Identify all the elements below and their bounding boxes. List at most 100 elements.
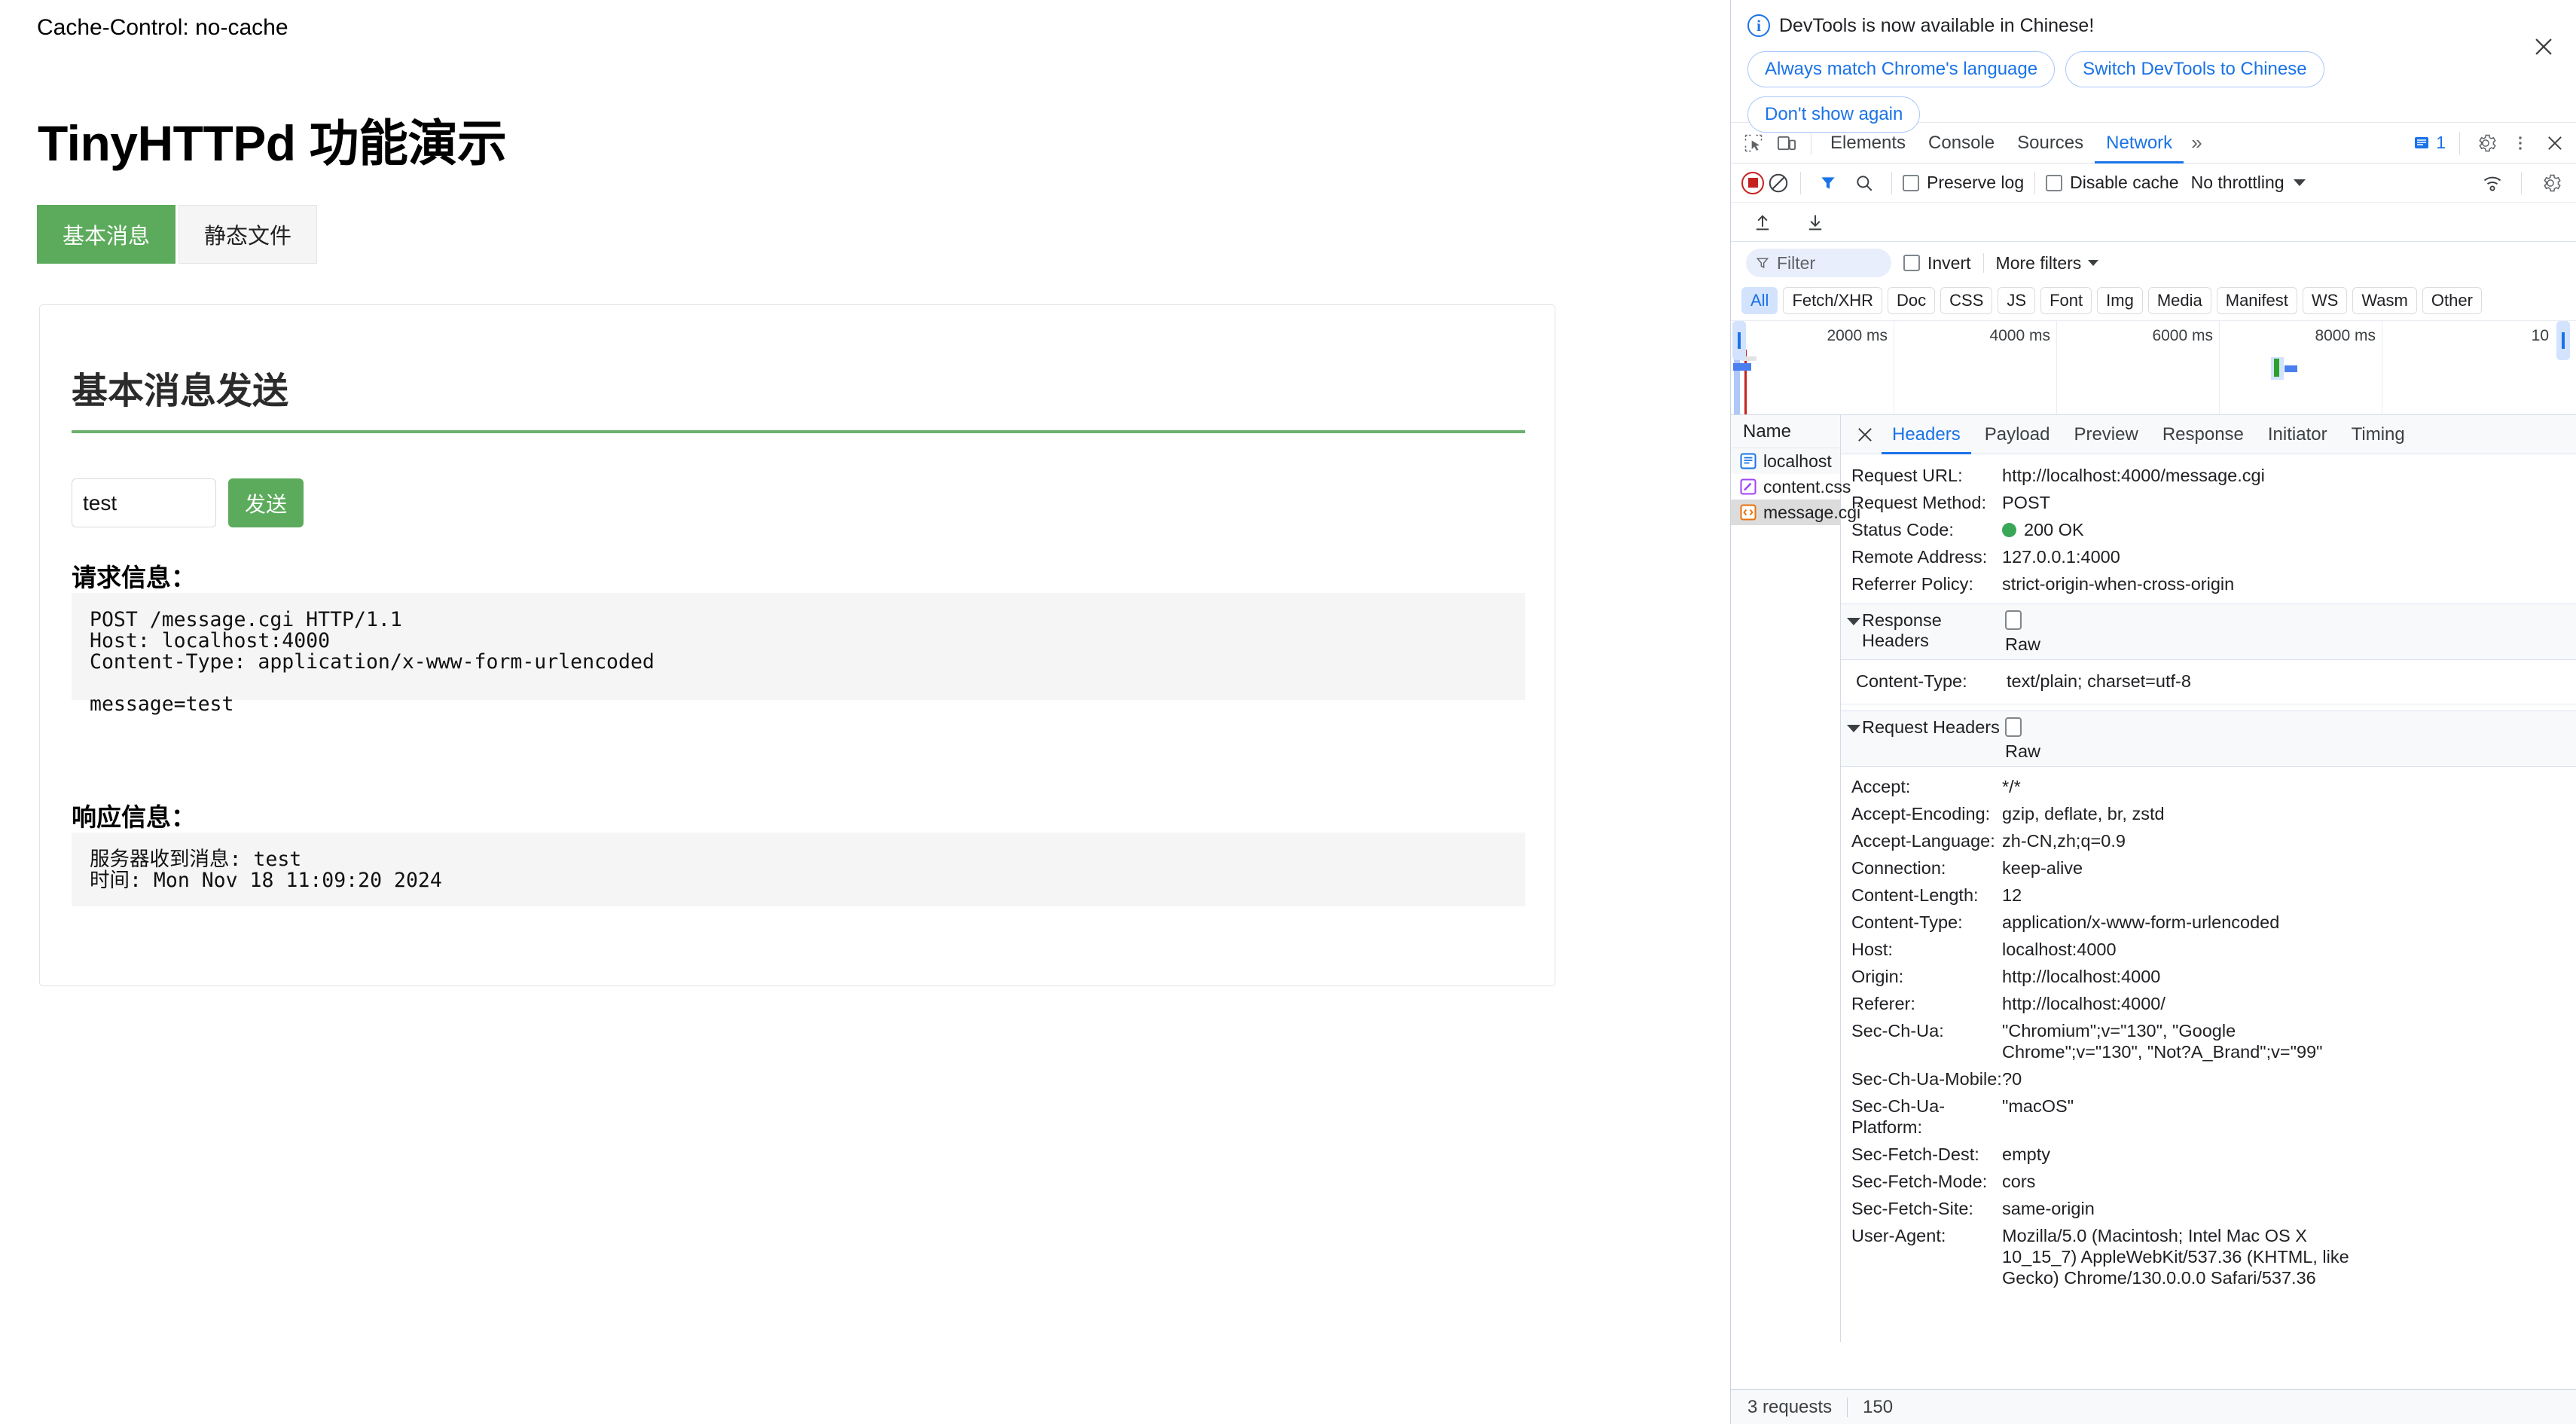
tab-network[interactable]: Network bbox=[2095, 123, 2184, 163]
tab-elements[interactable]: Elements bbox=[1819, 123, 1917, 163]
type-chip-doc[interactable]: Doc bbox=[1888, 287, 1936, 314]
card-divider bbox=[72, 430, 1525, 433]
type-chip-other[interactable]: Other bbox=[2422, 287, 2482, 314]
language-banner-message: DevTools is now available in Chinese! bbox=[1779, 14, 2095, 36]
request-row-content-css[interactable]: content.css bbox=[1731, 474, 1851, 500]
web-page-viewport: Cache-Control: no-cache TinyHTTPd 功能演示 基… bbox=[0, 0, 1730, 1424]
invert-label: Invert bbox=[1927, 252, 1971, 273]
filter-input[interactable]: Filter bbox=[1746, 249, 1891, 277]
row-value: 127.0.0.1:4000 bbox=[2002, 547, 2120, 567]
chevron-down-icon[interactable] bbox=[1847, 618, 1860, 625]
row-key: Sec-Ch-Ua: bbox=[1851, 1021, 1944, 1040]
tab-console[interactable]: Console bbox=[1917, 123, 2006, 163]
request-headers-section-header[interactable]: Request Headers Raw bbox=[1841, 710, 2576, 767]
general-row-request-url: Request URL: http://localhost:4000/messa… bbox=[1841, 462, 2576, 489]
search-icon[interactable] bbox=[1848, 167, 1881, 200]
throttling-select[interactable]: No throttling bbox=[2191, 173, 2306, 193]
more-options-icon[interactable] bbox=[2504, 127, 2537, 160]
stylesheet-icon bbox=[1740, 478, 1757, 495]
general-row-remote-address: Remote Address: 127.0.0.1:4000 bbox=[1841, 543, 2576, 570]
checkbox-box[interactable] bbox=[2005, 610, 2022, 630]
row-key: Connection: bbox=[1851, 858, 1946, 878]
request-row-message-cgi[interactable]: message.cgi bbox=[1731, 500, 1860, 525]
divider bbox=[1847, 1397, 1848, 1417]
stop-recording-icon[interactable] bbox=[1741, 171, 1764, 194]
row-value: same-origin bbox=[2002, 1199, 2095, 1218]
preserve-log-checkbox[interactable]: Preserve log bbox=[1903, 173, 2024, 193]
send-button[interactable]: 发送 bbox=[228, 478, 304, 527]
row-key: Content-Type: bbox=[1856, 671, 1967, 691]
checkbox-box[interactable] bbox=[2005, 717, 2022, 737]
tab-static-file[interactable]: 静态文件 bbox=[179, 205, 318, 264]
network-conditions-icon[interactable] bbox=[2476, 167, 2509, 200]
type-chip-font[interactable]: Font bbox=[2040, 287, 2092, 314]
export-har-icon[interactable] bbox=[1799, 206, 1832, 239]
type-chip-fetch-xhr[interactable]: Fetch/XHR bbox=[1783, 287, 1883, 314]
row-key: Sec-Ch-Ua-Platform: bbox=[1851, 1096, 1946, 1137]
response-headers-section-header[interactable]: Response Headers Raw bbox=[1841, 604, 2576, 660]
network-overview-timeline[interactable]: 2000 ms 4000 ms 6000 ms 8000 ms 10 bbox=[1731, 320, 2576, 415]
page-title: TinyHTTPd 功能演示 bbox=[38, 115, 507, 171]
row-value: empty bbox=[2002, 1144, 2050, 1164]
request-list-column-name: Name bbox=[1731, 415, 1840, 448]
always-match-language-button[interactable]: Always match Chrome's language bbox=[1747, 51, 2056, 87]
general-row-status-code: Status Code: 200 OK bbox=[1841, 516, 2576, 543]
checkbox-box[interactable] bbox=[1903, 174, 1919, 191]
close-icon[interactable] bbox=[2531, 34, 2556, 60]
tab-initiator[interactable]: Initiator bbox=[2257, 415, 2338, 454]
checkbox-box[interactable] bbox=[2046, 174, 2063, 191]
request-header-row: Content-Type: application/x-www-form-urle… bbox=[1841, 909, 2576, 936]
request-headers-raw-toggle[interactable]: Raw bbox=[2005, 717, 2040, 762]
divider bbox=[2034, 171, 2036, 194]
type-chip-manifest[interactable]: Manifest bbox=[2216, 287, 2297, 314]
tab-headers[interactable]: Headers bbox=[1882, 415, 1971, 454]
request-header-row: Origin: http://localhost:4000 bbox=[1841, 963, 2576, 990]
message-form: 发送 bbox=[72, 478, 304, 527]
tab-payload[interactable]: Payload bbox=[1974, 415, 2061, 454]
invert-checkbox[interactable]: Invert bbox=[1903, 253, 1971, 273]
type-chip-js[interactable]: JS bbox=[1998, 287, 2036, 314]
chevron-down-icon[interactable] bbox=[1847, 725, 1860, 732]
more-filters-dropdown[interactable]: More filters bbox=[1996, 253, 2099, 273]
row-value: zh-CN,zh;q=0.9 bbox=[2002, 831, 2126, 851]
type-chip-ws[interactable]: WS bbox=[2302, 287, 2348, 314]
tab-sources[interactable]: Sources bbox=[2006, 123, 2095, 163]
gridline bbox=[2219, 321, 2220, 414]
gear-icon[interactable] bbox=[2469, 127, 2502, 160]
tab-basic-message[interactable]: 基本消息 bbox=[37, 205, 176, 264]
headers-body: Request URL: http://localhost:4000/messa… bbox=[1841, 454, 2576, 1342]
inspect-element-icon[interactable] bbox=[1737, 127, 1770, 160]
tab-preview[interactable]: Preview bbox=[2063, 415, 2148, 454]
request-bar-event-tail bbox=[2285, 365, 2297, 372]
type-chip-all[interactable]: All bbox=[1741, 287, 1778, 314]
row-key: User-Agent: bbox=[1851, 1226, 1946, 1245]
type-chip-media[interactable]: Media bbox=[2147, 287, 2211, 314]
tab-timing[interactable]: Timing bbox=[2341, 415, 2416, 454]
request-row-localhost[interactable]: localhost bbox=[1731, 448, 1840, 474]
overview-handle-right[interactable] bbox=[2556, 321, 2570, 360]
tab-response[interactable]: Response bbox=[2152, 415, 2254, 454]
more-filters-label: More filters bbox=[1995, 252, 2082, 273]
import-har-icon[interactable] bbox=[1746, 206, 1779, 239]
card-heading: 基本消息发送 bbox=[72, 371, 289, 411]
overview-handle-left[interactable] bbox=[1732, 321, 1746, 360]
checkbox-box[interactable] bbox=[1903, 255, 1920, 271]
message-input[interactable] bbox=[72, 478, 216, 527]
more-tabs-icon[interactable]: » bbox=[2184, 131, 2209, 154]
type-chip-img[interactable]: Img bbox=[2097, 287, 2143, 314]
clear-network-log-icon[interactable] bbox=[1767, 172, 1790, 194]
close-detail-icon[interactable] bbox=[1851, 421, 1879, 448]
close-devtools-icon[interactable] bbox=[2538, 127, 2571, 160]
disable-cache-checkbox[interactable]: Disable cache bbox=[2046, 173, 2179, 193]
row-key: Sec-Fetch-Mode: bbox=[1851, 1172, 1988, 1191]
type-chip-css[interactable]: CSS bbox=[1940, 287, 1993, 314]
switch-devtools-to-chinese-button[interactable]: Switch DevTools to Chinese bbox=[2065, 51, 2324, 87]
network-settings-gear-icon[interactable] bbox=[2534, 167, 2567, 200]
message-count-badge[interactable]: 1 bbox=[2408, 133, 2450, 153]
timeline-tick-4000: 4000 ms bbox=[1989, 327, 2050, 344]
device-toolbar-icon[interactable] bbox=[1770, 127, 1803, 160]
response-headers-raw-toggle[interactable]: Raw bbox=[2005, 610, 2040, 655]
type-chip-wasm[interactable]: Wasm bbox=[2352, 287, 2417, 314]
filter-icon[interactable] bbox=[1811, 167, 1845, 200]
request-header-row: Accept-Encoding: gzip, deflate, br, zstd bbox=[1841, 800, 2576, 827]
